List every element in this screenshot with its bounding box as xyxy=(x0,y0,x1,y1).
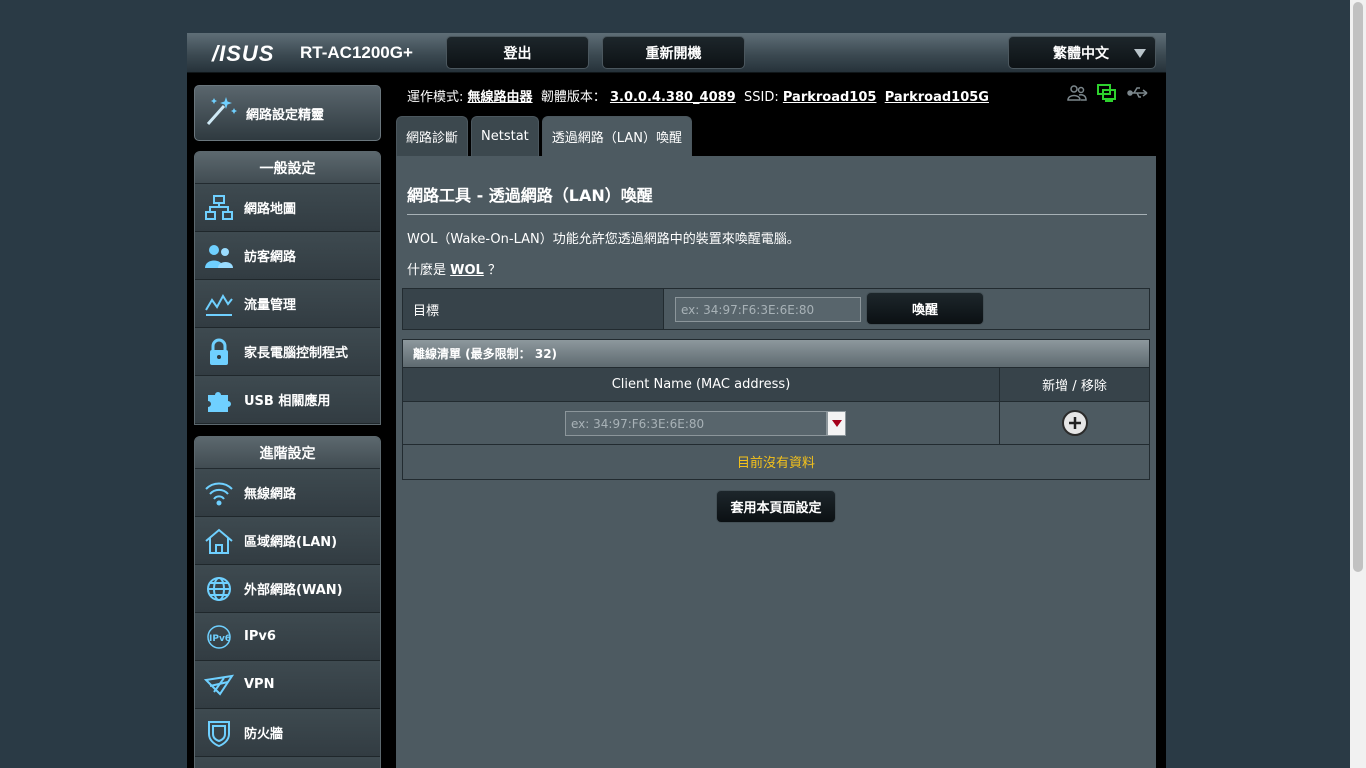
firmware-link[interactable]: 3.0.0.4.380_4089 xyxy=(610,90,736,105)
general-settings-title: 一般設定 xyxy=(195,152,380,184)
ssid-2g-link[interactable]: Parkroad105 xyxy=(783,90,877,105)
title-divider xyxy=(407,214,1147,215)
sidebar-item-label: VPN xyxy=(244,677,275,692)
top-bar: /ISUS RT-AC1200G+ 登出 重新開機 繁體中文 xyxy=(187,33,1166,73)
advanced-settings-group: 進階設定 無線網路 區域網路(LAN) 外部網路(WAN) IPv6 IPv6 … xyxy=(194,436,381,768)
mode-label: 運作模式: xyxy=(407,90,464,105)
sidebar-item-more[interactable] xyxy=(195,757,380,768)
model-name: RT-AC1200G+ xyxy=(300,43,413,62)
logout-button[interactable]: 登出 xyxy=(446,36,589,69)
shield-icon xyxy=(204,718,234,748)
sidebar-item-wan[interactable]: 外部網路(WAN) xyxy=(195,565,380,613)
client-mac-input[interactable]: ex: 34:97:F6:3E:6E:80 xyxy=(565,411,827,436)
what-prefix: 什麼是 xyxy=(407,263,447,278)
sidebar-item-label: 無線網路 xyxy=(244,487,297,502)
offline-list-title: 離線清單 (最多限制： 32) xyxy=(403,340,1149,368)
what-is-wol: 什麼是 WOL ？ xyxy=(407,259,501,278)
wol-link[interactable]: WOL xyxy=(450,263,484,278)
page-scrollbar[interactable] xyxy=(1350,0,1366,768)
sidebar-item-label: 區域網路(LAN) xyxy=(244,535,338,550)
col-add-remove: 新增 / 移除 xyxy=(1042,379,1107,394)
sidebar-item-traffic-manager[interactable]: 流量管理 xyxy=(195,280,380,328)
page-description: WOL（Wake-On-LAN）功能允許您透過網路中的裝置來喚醒電腦。 xyxy=(407,232,800,247)
client-input-cell: ex: 34:97:F6:3E:6E:80 xyxy=(403,402,1000,444)
what-suffix: ？ xyxy=(487,263,501,278)
sidebar-item-label: 家長電腦控制程式 xyxy=(244,346,349,361)
client-dropdown-button[interactable] xyxy=(827,411,846,436)
sidebar-item-label: 網路地圖 xyxy=(244,202,297,217)
chevron-down-icon xyxy=(1134,49,1146,58)
sidebar-item-label: 外部網路(WAN) xyxy=(244,583,343,598)
apply-button[interactable]: 套用本頁面設定 xyxy=(716,490,836,523)
network-setup-wizard[interactable]: 網路設定精靈 xyxy=(194,85,381,141)
status-icons xyxy=(1067,84,1149,106)
general-settings-group: 一般設定 網路地圖 訪客網路 流量管理 家長電腦控制程式 USB 相關應用 xyxy=(194,151,381,425)
target-label: 目標 xyxy=(403,289,664,329)
tab-wake-on-lan[interactable]: 透過網路（LAN）喚醒 xyxy=(541,116,692,156)
sidebar-item-wireless[interactable]: 無線網路 xyxy=(195,469,380,517)
sidebar-item-usb-apps[interactable]: USB 相關應用 xyxy=(195,376,380,424)
main-panel: 網路工具 - 透過網路（LAN）喚醒 WOL（Wake-On-LAN）功能允許您… xyxy=(396,156,1156,768)
add-client-row: ex: 34:97:F6:3E:6E:80 xyxy=(403,402,1149,445)
sidebar-item-label: 流量管理 xyxy=(244,298,297,313)
add-cell xyxy=(1000,402,1149,444)
target-row: 目標 ex: 34:97:F6:3E:6E:80 喚醒 xyxy=(402,288,1150,330)
sidebar-item-label: 訪客網路 xyxy=(244,250,297,265)
tool-tabs: 網路診斷 Netstat 透過網路（LAN）喚醒 xyxy=(396,116,692,156)
vpn-icon xyxy=(204,670,234,700)
status-line: 運作模式: 無線路由器 韌體版本： 3.0.0.4.380_4089 SSID:… xyxy=(407,86,989,105)
sidebar-item-firewall[interactable]: 防火牆 xyxy=(195,709,380,757)
firmware-label: 韌體版本： xyxy=(540,90,606,105)
add-client-button[interactable] xyxy=(1061,410,1088,436)
sidebar-item-parental-control[interactable]: 家長電腦控制程式 xyxy=(195,328,380,376)
tab-netstat[interactable]: Netstat xyxy=(471,116,539,156)
no-data-message: 目前沒有資料 xyxy=(736,456,815,471)
asus-logo: /ISUS xyxy=(212,41,275,66)
sidebar-item-label: 防火牆 xyxy=(244,727,284,742)
wizard-label: 網路設定精靈 xyxy=(246,107,325,123)
sidebar-item-network-map[interactable]: 網路地圖 xyxy=(195,184,380,232)
sidebar-item-ipv6[interactable]: IPv6 IPv6 xyxy=(195,613,380,661)
tab-network-analysis[interactable]: 網路診斷 xyxy=(396,116,469,156)
offline-list-table: 離線清單 (最多限制： 32) Client Name (MAC address… xyxy=(402,339,1150,480)
network-map-icon xyxy=(204,193,234,223)
sidebar-item-vpn[interactable]: VPN xyxy=(195,661,380,709)
wake-button[interactable]: 喚醒 xyxy=(866,292,984,325)
network-status-icon[interactable] xyxy=(1097,84,1117,106)
chevron-down-icon xyxy=(831,420,842,427)
language-select[interactable]: 繁體中文 xyxy=(1008,36,1156,69)
ssid-label: SSID: xyxy=(744,90,779,105)
traffic-manager-icon xyxy=(204,289,234,319)
language-value: 繁體中文 xyxy=(1053,45,1109,62)
sidebar-item-label: USB 相關應用 xyxy=(244,394,331,409)
router-frame: /ISUS RT-AC1200G+ 登出 重新開機 繁體中文 網路設定精靈 一般… xyxy=(187,33,1166,768)
home-icon xyxy=(204,526,234,556)
usb-puzzle-icon xyxy=(204,385,234,415)
col-client-name: Client Name (MAC address) xyxy=(403,368,1000,401)
clients-icon[interactable] xyxy=(1067,84,1087,106)
usb-status-icon[interactable] xyxy=(1127,84,1149,106)
advanced-settings-title: 進階設定 xyxy=(195,437,380,469)
svg-text:IPv6: IPv6 xyxy=(209,634,231,644)
mode-link[interactable]: 無線路由器 xyxy=(468,90,533,105)
sidebar-item-lan[interactable]: 區域網路(LAN) xyxy=(195,517,380,565)
reboot-button[interactable]: 重新開機 xyxy=(602,36,745,69)
page-title: 網路工具 - 透過網路（LAN）喚醒 xyxy=(407,186,653,205)
magic-wand-icon xyxy=(204,94,238,132)
globe-icon xyxy=(204,574,234,604)
table-header-row: Client Name (MAC address) 新增 / 移除 xyxy=(403,368,1149,402)
scrollbar-thumb[interactable] xyxy=(1353,2,1363,572)
plus-icon xyxy=(1068,417,1081,429)
parental-lock-icon xyxy=(204,337,234,367)
sidebar-item-label: IPv6 xyxy=(244,629,276,644)
wifi-icon xyxy=(204,478,234,508)
ipv6-icon: IPv6 xyxy=(204,622,234,652)
guest-network-icon xyxy=(204,241,234,271)
target-mac-input[interactable]: ex: 34:97:F6:3E:6E:80 xyxy=(675,297,861,322)
ssid-5g-link[interactable]: Parkroad105G xyxy=(885,90,989,105)
sidebar-item-guest-network[interactable]: 訪客網路 xyxy=(195,232,380,280)
